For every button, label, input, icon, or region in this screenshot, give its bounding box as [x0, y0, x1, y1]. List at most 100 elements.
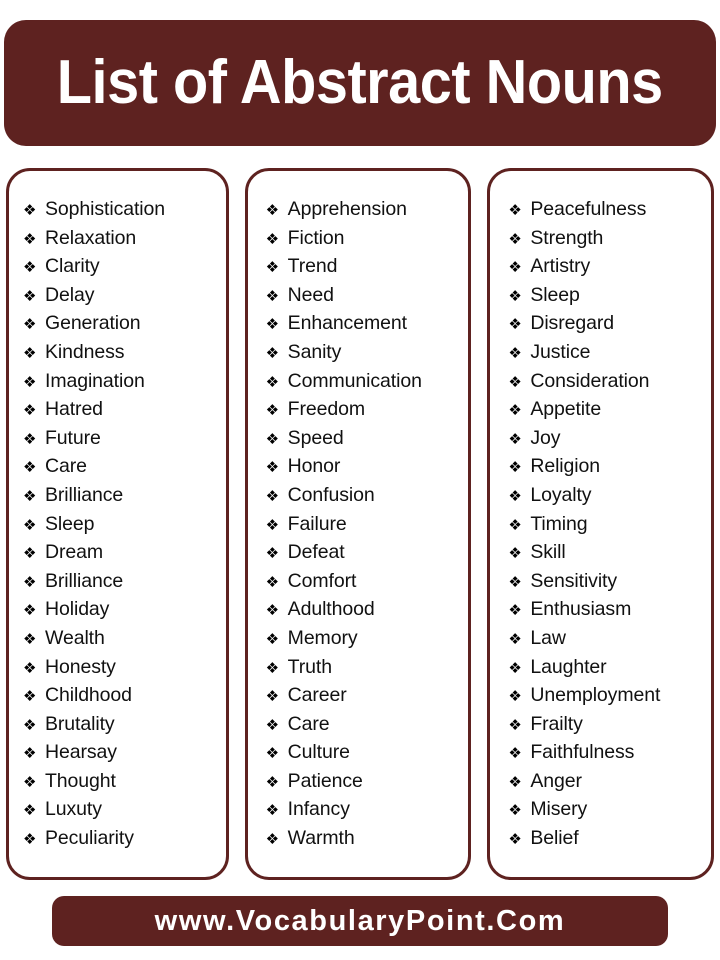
noun-label: Thought	[45, 769, 116, 792]
noun-label: Speed	[287, 426, 344, 449]
list-item: ❖ Laughter	[508, 653, 703, 682]
list-item: ❖ Thought	[23, 767, 218, 796]
noun-label: Sophistication	[45, 198, 166, 220]
noun-list-column-1: ❖ Sophistication ❖ Relaxation ❖ Clarity ❖ Delay…	[23, 195, 218, 853]
noun-label: Enthusiasm	[530, 598, 632, 621]
noun-label: Unemployment	[530, 684, 661, 707]
noun-label: Future	[45, 426, 101, 449]
noun-label: Delay	[45, 283, 95, 306]
list-item: ❖ Failure	[266, 510, 461, 539]
list-item: ❖ Warmth	[266, 824, 461, 853]
noun-label: Law	[530, 626, 566, 649]
noun-label: Freedom	[287, 398, 366, 421]
list-item: ❖ Sleep	[23, 510, 218, 539]
diamond-bullet-icon: ❖	[265, 486, 280, 505]
list-item: ❖ Strength	[508, 224, 703, 253]
noun-label: Honesty	[45, 655, 116, 678]
noun-label: Consideration	[530, 369, 650, 392]
diamond-bullet-icon: ❖	[265, 715, 280, 734]
noun-label: Brilliance	[45, 483, 124, 506]
list-item: ❖ Appetite	[508, 395, 703, 424]
list-item: ❖ Wealth	[23, 624, 218, 653]
noun-label: Appetite	[530, 398, 602, 421]
diamond-bullet-icon: ❖	[23, 744, 37, 763]
diamond-bullet-icon: ❖	[265, 687, 280, 706]
diamond-bullet-icon: ❖	[23, 486, 37, 505]
list-item: ❖ Belief	[508, 824, 703, 853]
list-item: ❖ Joy	[508, 424, 703, 453]
list-item: ❖ Clarity	[23, 252, 218, 281]
diamond-bullet-icon: ❖	[23, 315, 37, 334]
list-item: ❖ Memory	[266, 624, 461, 653]
noun-label: Memory	[287, 626, 358, 649]
list-item: ❖ Holiday	[23, 595, 218, 624]
list-item: ❖ Comfort	[266, 567, 461, 596]
noun-label: Career	[287, 684, 347, 707]
list-item: ❖ Consideration	[508, 367, 703, 396]
list-item: ❖ Loyalty	[508, 481, 703, 510]
noun-label: Joy	[530, 426, 561, 449]
diamond-bullet-icon: ❖	[265, 830, 280, 849]
noun-label: Confusion	[287, 483, 375, 506]
diamond-bullet-icon: ❖	[23, 801, 37, 820]
noun-label: Warmth	[287, 827, 355, 850]
diamond-bullet-icon: ❖	[265, 515, 280, 534]
list-item: ❖ Care	[23, 452, 218, 481]
list-item: ❖ Faithfulness	[508, 738, 703, 767]
noun-label: Dream	[45, 541, 104, 564]
noun-label: Failure	[287, 512, 347, 535]
diamond-bullet-icon: ❖	[23, 830, 37, 849]
noun-label: Defeat	[287, 541, 345, 564]
diamond-bullet-icon: ❖	[23, 258, 37, 277]
list-item: ❖ Frailty	[508, 710, 703, 739]
noun-label: Belief	[530, 827, 579, 850]
list-item: ❖ Trend	[266, 252, 461, 281]
list-item: ❖ Brilliance	[23, 567, 218, 596]
diamond-bullet-icon: ❖	[23, 772, 37, 791]
diamond-bullet-icon: ❖	[508, 429, 522, 448]
diamond-bullet-icon: ❖	[23, 658, 37, 677]
list-item: ❖ Defeat	[266, 538, 461, 567]
noun-label: Faithfulness	[530, 741, 635, 764]
noun-card-column-3: ❖ Peacefulness ❖ Strength ❖ Artistry ❖ Sleep ❖ Di…	[487, 168, 715, 880]
diamond-bullet-icon: ❖	[23, 343, 37, 362]
list-item: ❖ Sophistication	[23, 195, 218, 224]
noun-label: Wealth	[45, 626, 105, 649]
noun-label: Culture	[287, 741, 350, 764]
diamond-bullet-icon: ❖	[508, 772, 522, 791]
list-item: ❖ Peculiarity	[23, 824, 218, 853]
diamond-bullet-icon: ❖	[508, 372, 522, 391]
list-item: ❖ Infancy	[266, 795, 461, 824]
noun-label: Brilliance	[45, 569, 124, 592]
diamond-bullet-icon: ❖	[265, 658, 280, 677]
noun-label: Imagination	[45, 369, 145, 392]
list-item: ❖ Apprehension	[266, 195, 461, 224]
list-item: ❖ Need	[266, 281, 461, 310]
list-item: ❖ Sanity	[266, 338, 461, 367]
noun-label: Frailty	[530, 712, 583, 735]
list-item: ❖ Fiction	[266, 224, 461, 253]
diamond-bullet-icon: ❖	[23, 544, 37, 563]
diamond-bullet-icon: ❖	[508, 315, 522, 334]
noun-label: Loyalty	[530, 483, 592, 506]
noun-label: Generation	[45, 312, 141, 335]
diamond-bullet-icon: ❖	[508, 343, 522, 362]
diamond-bullet-icon: ❖	[23, 715, 37, 734]
list-item: ❖ Relaxation	[23, 224, 218, 253]
noun-label: Laughter	[530, 655, 607, 678]
noun-list-column-2: ❖ Apprehension ❖ Fiction ❖ Trend ❖ Need ❖ Enhance…	[266, 195, 461, 853]
diamond-bullet-icon: ❖	[265, 201, 280, 219]
noun-label: Luxuty	[45, 798, 102, 821]
footer-banner: www.VocabularyPoint.Com	[52, 896, 668, 946]
noun-label: Communication	[287, 369, 422, 392]
diamond-bullet-icon: ❖	[265, 629, 280, 648]
diamond-bullet-icon: ❖	[508, 744, 522, 763]
list-item: ❖ Peacefulness	[508, 195, 703, 224]
noun-label: Care	[45, 455, 87, 478]
diamond-bullet-icon: ❖	[265, 343, 280, 362]
diamond-bullet-icon: ❖	[265, 401, 280, 420]
list-item: ❖ Childhood	[23, 681, 218, 710]
noun-label: Artistry	[530, 255, 591, 278]
list-item: ❖ Enthusiasm	[508, 595, 703, 624]
diamond-bullet-icon: ❖	[23, 601, 37, 620]
